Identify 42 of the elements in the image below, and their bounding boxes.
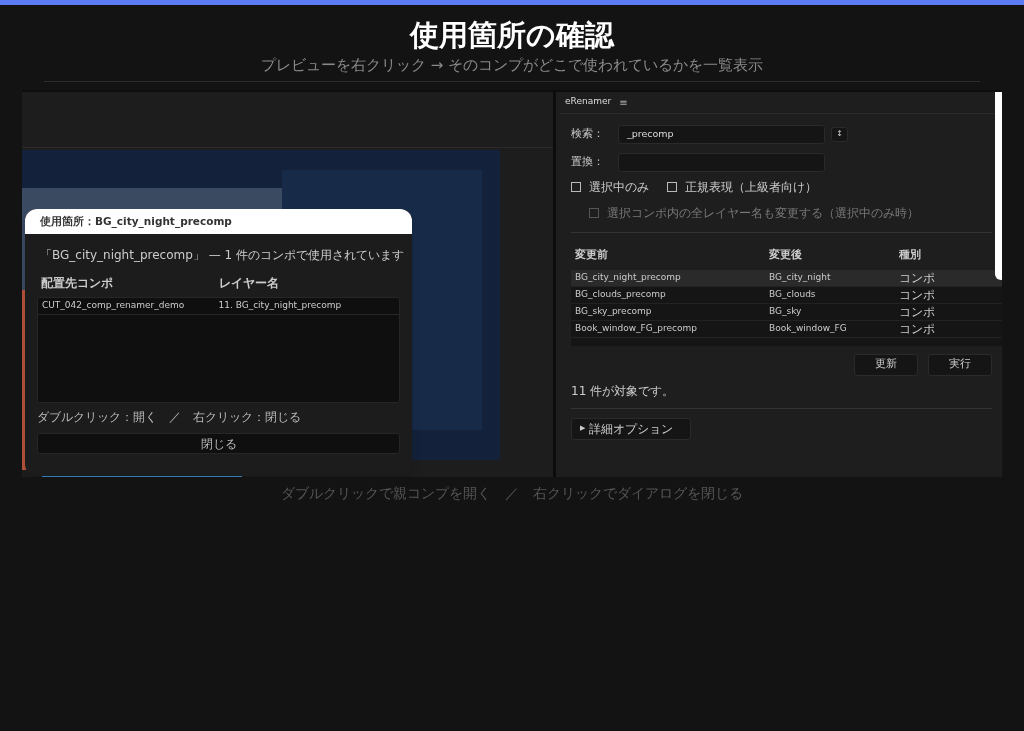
- table-cell-text: 11. BG_city_night_precomp: [218, 299, 343, 313]
- table-cell-text: BG_sky_precomp: [575, 304, 653, 318]
- checkbox[interactable]: [667, 182, 677, 192]
- checkbox-label: 選択コンポ内の全レイヤー名も変更する（選択中のみ時）: [607, 205, 919, 222]
- dialog-hint: ダブルクリック：開く ／ 右クリック：閉じる: [37, 409, 302, 426]
- table-cell-text: Book_window_FG: [769, 321, 848, 335]
- table-cell-text: コンポ: [899, 286, 936, 304]
- close-button[interactable]: 閉じる: [37, 433, 400, 454]
- scrollbar[interactable]: [995, 92, 1002, 280]
- table-cell-text: コンポ: [899, 269, 936, 287]
- status-text: 11 件が対象です。: [571, 382, 676, 400]
- column-header: 配置先コンポ: [41, 275, 114, 292]
- table-cell-text: コンポ: [899, 320, 936, 338]
- field-label: 検索：: [571, 125, 605, 142]
- action-button[interactable]: 実行: [928, 353, 992, 376]
- text-field[interactable]: _precomp: [618, 124, 825, 144]
- table-cell-text: BG_clouds_precomp: [575, 287, 667, 301]
- checkbox-label: 正規表現（上級者向け）: [685, 179, 817, 196]
- table-cell-text: コンポ: [899, 303, 936, 321]
- table-row[interactable]: BG_city_night_precomp BG_city_night コンポ: [571, 269, 1002, 287]
- menu-icon[interactable]: ≡: [619, 94, 628, 110]
- page-title: 使用箇所の確認: [410, 17, 614, 53]
- usage-row[interactable]: CUT_042_comp_renamer_demo 11. BG_city_night_precomp: [38, 298, 399, 315]
- column-header: 種別: [899, 247, 922, 263]
- field-label: 置換：: [571, 153, 605, 170]
- dialog-title: 使用箇所：BG_city_night_precomp: [40, 213, 232, 230]
- column-header: 変更後: [769, 247, 803, 263]
- table-cell-text: Book_window_FG_precomp: [575, 321, 698, 335]
- table-cell-text: BG_city_night: [769, 270, 832, 284]
- caption: ダブルクリックで親コンプを開く ／ 右クリックでダイアログを閉じる: [280, 484, 744, 503]
- checkbox[interactable]: [571, 182, 581, 192]
- table-cell-text: BG_city_night_precomp: [575, 270, 682, 284]
- swap-button[interactable]: ↕: [831, 126, 848, 142]
- checkbox-label: 選択中のみ: [589, 179, 649, 196]
- table-cell-text: BG_clouds: [769, 287, 817, 301]
- column-header: 変更前: [575, 247, 609, 263]
- action-button[interactable]: 更新: [854, 353, 918, 376]
- panel-title: eRenamer: [565, 95, 612, 109]
- table-cell-text: CUT_042_comp_renamer_demo: [42, 299, 186, 313]
- table-cell-text: BG_sky: [769, 304, 803, 318]
- column-header: レイヤー名: [218, 275, 280, 292]
- page-subtitle: プレビューを右クリック → そのコンプがどこで使われているかを一覧表示: [260, 55, 764, 75]
